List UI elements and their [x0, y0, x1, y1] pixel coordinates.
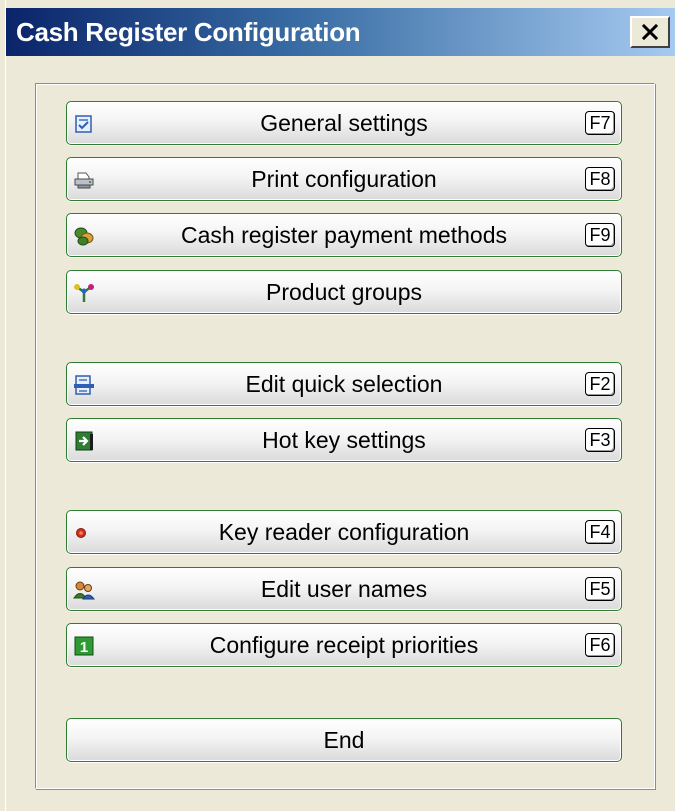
shortcut-key-badge: F8	[585, 167, 615, 191]
title-bar[interactable]: Cash Register Configuration	[6, 8, 675, 56]
hotkey-icon	[75, 431, 93, 451]
shortcut-key-badge: F4	[585, 520, 615, 544]
button-label: Configure receipt priorities	[209, 631, 479, 658]
window-title: Cash Register Configuration	[16, 17, 361, 47]
button-label: Print configuration	[251, 165, 437, 192]
payment-methods-button[interactable]: Cash register payment methods F9	[66, 213, 622, 257]
end-button[interactable]: End	[66, 718, 622, 762]
shortcut-key-badge: F7	[585, 111, 615, 135]
general-settings-button[interactable]: General settings F7	[66, 101, 622, 145]
product-groups-icon	[74, 284, 94, 302]
printer-icon	[74, 172, 94, 189]
shortcut-key-badge: F6	[585, 633, 615, 657]
cash-register-config-window: Cash Register Configuration General sett…	[0, 0, 675, 811]
button-label: Key reader configuration	[218, 518, 470, 545]
window-left-edge	[0, 0, 6, 811]
button-label: Edit user names	[260, 575, 428, 602]
shortcut-key-badge: F5	[585, 577, 615, 601]
button-label: Product groups	[266, 278, 422, 305]
shortcut-key-badge: F9	[585, 223, 615, 247]
svg-text:1: 1	[80, 639, 88, 656]
coins-icon	[74, 227, 94, 246]
shortcut-key-badge: F3	[585, 428, 615, 452]
key-reader-icon	[76, 528, 86, 538]
button-label: End	[323, 726, 365, 753]
quick-selection-icon	[74, 375, 94, 395]
priority-icon: 1	[74, 636, 94, 656]
edit-quick-selection-button[interactable]: Edit quick selection F2	[66, 362, 622, 406]
print-configuration-button[interactable]: Print configuration F8	[66, 157, 622, 201]
configure-receipt-priorities-button[interactable]: 1 Configure receipt priorities F6	[66, 623, 622, 667]
close-button[interactable]	[630, 16, 670, 48]
hot-key-settings-button[interactable]: Hot key settings F3	[66, 418, 622, 462]
button-label: Cash register payment methods	[181, 221, 507, 248]
button-label: General settings	[260, 109, 428, 136]
shortcut-key-badge: F2	[585, 372, 615, 396]
button-label: Hot key settings	[262, 426, 426, 453]
button-label: Edit quick selection	[245, 370, 443, 397]
key-reader-configuration-button[interactable]: Key reader configuration F4	[66, 510, 622, 554]
users-icon	[73, 581, 95, 600]
close-icon	[641, 23, 659, 41]
checklist-icon	[75, 115, 92, 133]
product-groups-button[interactable]: Product groups	[66, 270, 622, 314]
edit-user-names-button[interactable]: Edit user names F5	[66, 567, 622, 611]
